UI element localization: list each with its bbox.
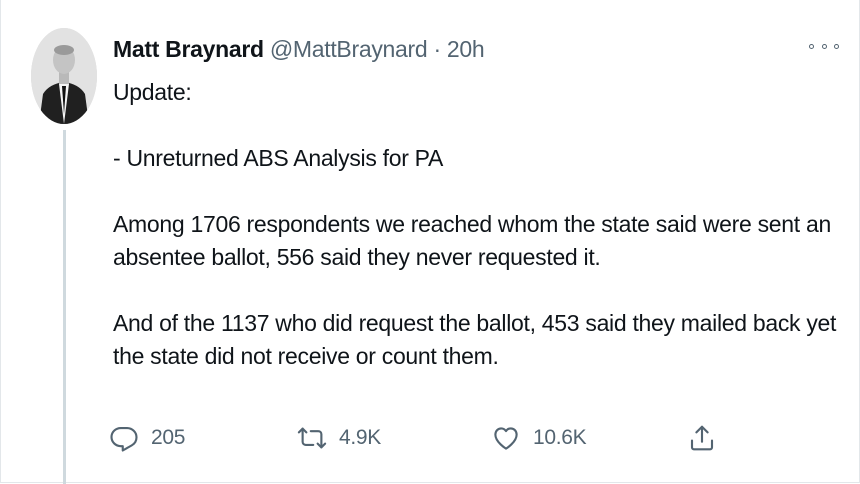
separator: · [427, 36, 447, 62]
more-options-icon[interactable] [809, 36, 839, 56]
tweet-text: Update: - Unreturned ABS Analysis for PA… [113, 76, 837, 373]
tweet-header: Matt Braynard @MattBraynard · 20h [113, 36, 485, 62]
tweet-card: Matt Braynard @MattBraynard · 20h Update… [0, 0, 860, 484]
reply-icon [110, 426, 138, 452]
avatar[interactable] [31, 28, 97, 124]
tweet-line: - Unreturned ABS Analysis for PA [113, 145, 444, 171]
like-button[interactable]: 10.6K [491, 420, 587, 456]
tweet-line: Among 1706 respondents we reached whom t… [113, 211, 831, 237]
display-name[interactable]: Matt Braynard [113, 36, 264, 62]
thread-line [63, 130, 66, 484]
timestamp[interactable]: 20h [447, 36, 485, 62]
handle[interactable]: @MattBraynard [270, 36, 428, 62]
like-count: 10.6K [533, 426, 587, 449]
share-button[interactable] [687, 420, 729, 456]
tweet-line: absentee ballot, 556 said they never req… [113, 244, 601, 270]
reply-count: 205 [151, 426, 186, 449]
tweet-line: the state did not receive or count them. [113, 343, 499, 369]
retweet-icon [297, 427, 327, 449]
tweet-line: Update: [113, 79, 192, 105]
tweet-line: And of the 1137 who did request the ball… [113, 310, 837, 336]
retweet-button[interactable]: 4.9K [297, 420, 381, 456]
share-icon [690, 425, 714, 451]
action-bar: 205 4.9K 10.6K [109, 420, 729, 456]
reply-button[interactable]: 205 [109, 420, 185, 456]
retweet-count: 4.9K [339, 426, 381, 449]
heart-icon [494, 427, 518, 450]
